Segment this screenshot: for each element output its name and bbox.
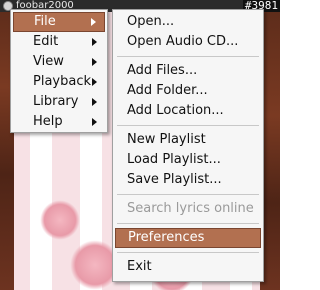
menu-item-label: Open Audio CD... <box>127 34 239 49</box>
menu-item-label: Help <box>33 114 63 129</box>
menu-item-label: Preferences <box>128 230 205 245</box>
menu-item-open-audio-cd[interactable]: Open Audio CD... <box>115 32 261 52</box>
menu-item-edit[interactable]: Edit <box>13 32 105 52</box>
menu-item-label: Search lyrics online <box>127 201 254 216</box>
menu-item-label: Playback <box>33 74 92 89</box>
menu-item-add-folder[interactable]: Add Folder... <box>115 81 261 101</box>
menu-item-label: New Playlist <box>127 132 206 147</box>
menu-item-help[interactable]: Help <box>13 112 105 132</box>
blossom-decoration <box>40 200 80 240</box>
submenu-arrow-icon <box>92 58 97 66</box>
menu-item-label: Exit <box>127 259 152 274</box>
menu-item-label: Save Playlist... <box>127 172 222 187</box>
menu-item-exit[interactable]: Exit <box>115 257 261 277</box>
file-submenu: Open... Open Audio CD... Add Files... Ad… <box>112 9 264 282</box>
menu-item-file[interactable]: File <box>13 12 105 32</box>
menu-item-open[interactable]: Open... <box>115 12 261 32</box>
menu-item-label: Edit <box>33 34 59 49</box>
main-menu: File Edit View Playback Library Help <box>10 9 108 133</box>
menu-item-new-playlist[interactable]: New Playlist <box>115 130 261 150</box>
menu-item-save-playlist[interactable]: Save Playlist... <box>115 170 261 190</box>
menu-item-preferences[interactable]: Preferences <box>115 228 261 248</box>
submenu-arrow-icon <box>92 98 97 106</box>
menu-item-view[interactable]: View <box>13 52 105 72</box>
menu-item-load-playlist[interactable]: Load Playlist... <box>115 150 261 170</box>
menu-item-add-location[interactable]: Add Location... <box>115 101 261 121</box>
menu-item-label: Add Files... <box>127 63 198 78</box>
menu-item-playback[interactable]: Playback <box>13 72 105 92</box>
menu-item-label: Add Location... <box>127 103 224 118</box>
submenu-arrow-icon <box>92 118 97 126</box>
menu-item-label: View <box>33 54 64 69</box>
submenu-arrow-icon <box>91 18 96 26</box>
menu-item-label: Library <box>33 94 79 109</box>
menu-separator <box>117 194 259 195</box>
menu-separator <box>117 56 259 57</box>
menu-separator <box>117 252 259 253</box>
menu-item-add-files[interactable]: Add Files... <box>115 61 261 81</box>
menu-item-label: Open... <box>127 14 175 29</box>
menu-item-library[interactable]: Library <box>13 92 105 112</box>
menu-item-label: Add Folder... <box>127 83 208 98</box>
menu-item-label: File <box>34 14 56 29</box>
menu-separator <box>117 125 259 126</box>
submenu-arrow-icon <box>92 38 97 46</box>
menu-item-label: Load Playlist... <box>127 152 221 167</box>
menu-item-search-lyrics-online: Search lyrics online <box>115 199 261 219</box>
menu-separator <box>117 223 259 224</box>
submenu-arrow-icon <box>92 78 97 86</box>
